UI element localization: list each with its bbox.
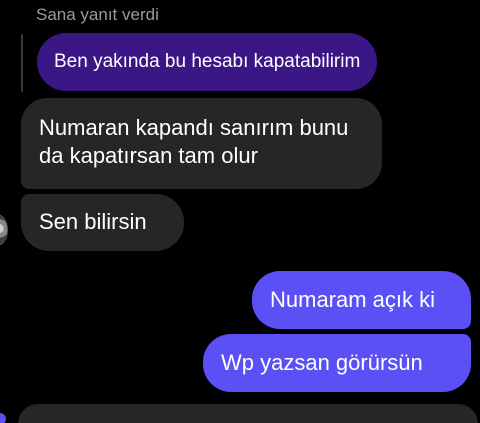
- partial-message-bubble[interactable]: [18, 404, 478, 423]
- outgoing-message-bubble[interactable]: Wp yazsan görürsün: [203, 334, 471, 392]
- partial-avatar: [0, 413, 6, 423]
- message-line: Wp yazsan görürsün: [221, 350, 423, 375]
- reply-header: Sana yanıt verdi: [36, 5, 159, 24]
- outgoing-message-bubble[interactable]: Numaram açık ki: [252, 271, 471, 329]
- message-line: Numaran kapandı sanırım bunu: [39, 115, 349, 140]
- reply-indicator-line: [21, 34, 23, 92]
- quoted-message-bubble[interactable]: Ben yakında bu hesabı kapatabilirim: [37, 33, 378, 91]
- incoming-message-bubble[interactable]: Numaran kapandı sanırım bunu da kapatırs…: [21, 98, 382, 189]
- message-line: da kapatırsan tam olur: [39, 143, 258, 168]
- avatar[interactable]: [0, 214, 8, 246]
- message-line: Sen bilirsin: [39, 209, 147, 234]
- message-line: Numaram açık ki: [270, 287, 436, 312]
- chat-thread: Sana yanıt verdi Ben yakında bu hesabı k…: [0, 0, 480, 423]
- incoming-message-bubble[interactable]: Sen bilirsin: [21, 194, 184, 251]
